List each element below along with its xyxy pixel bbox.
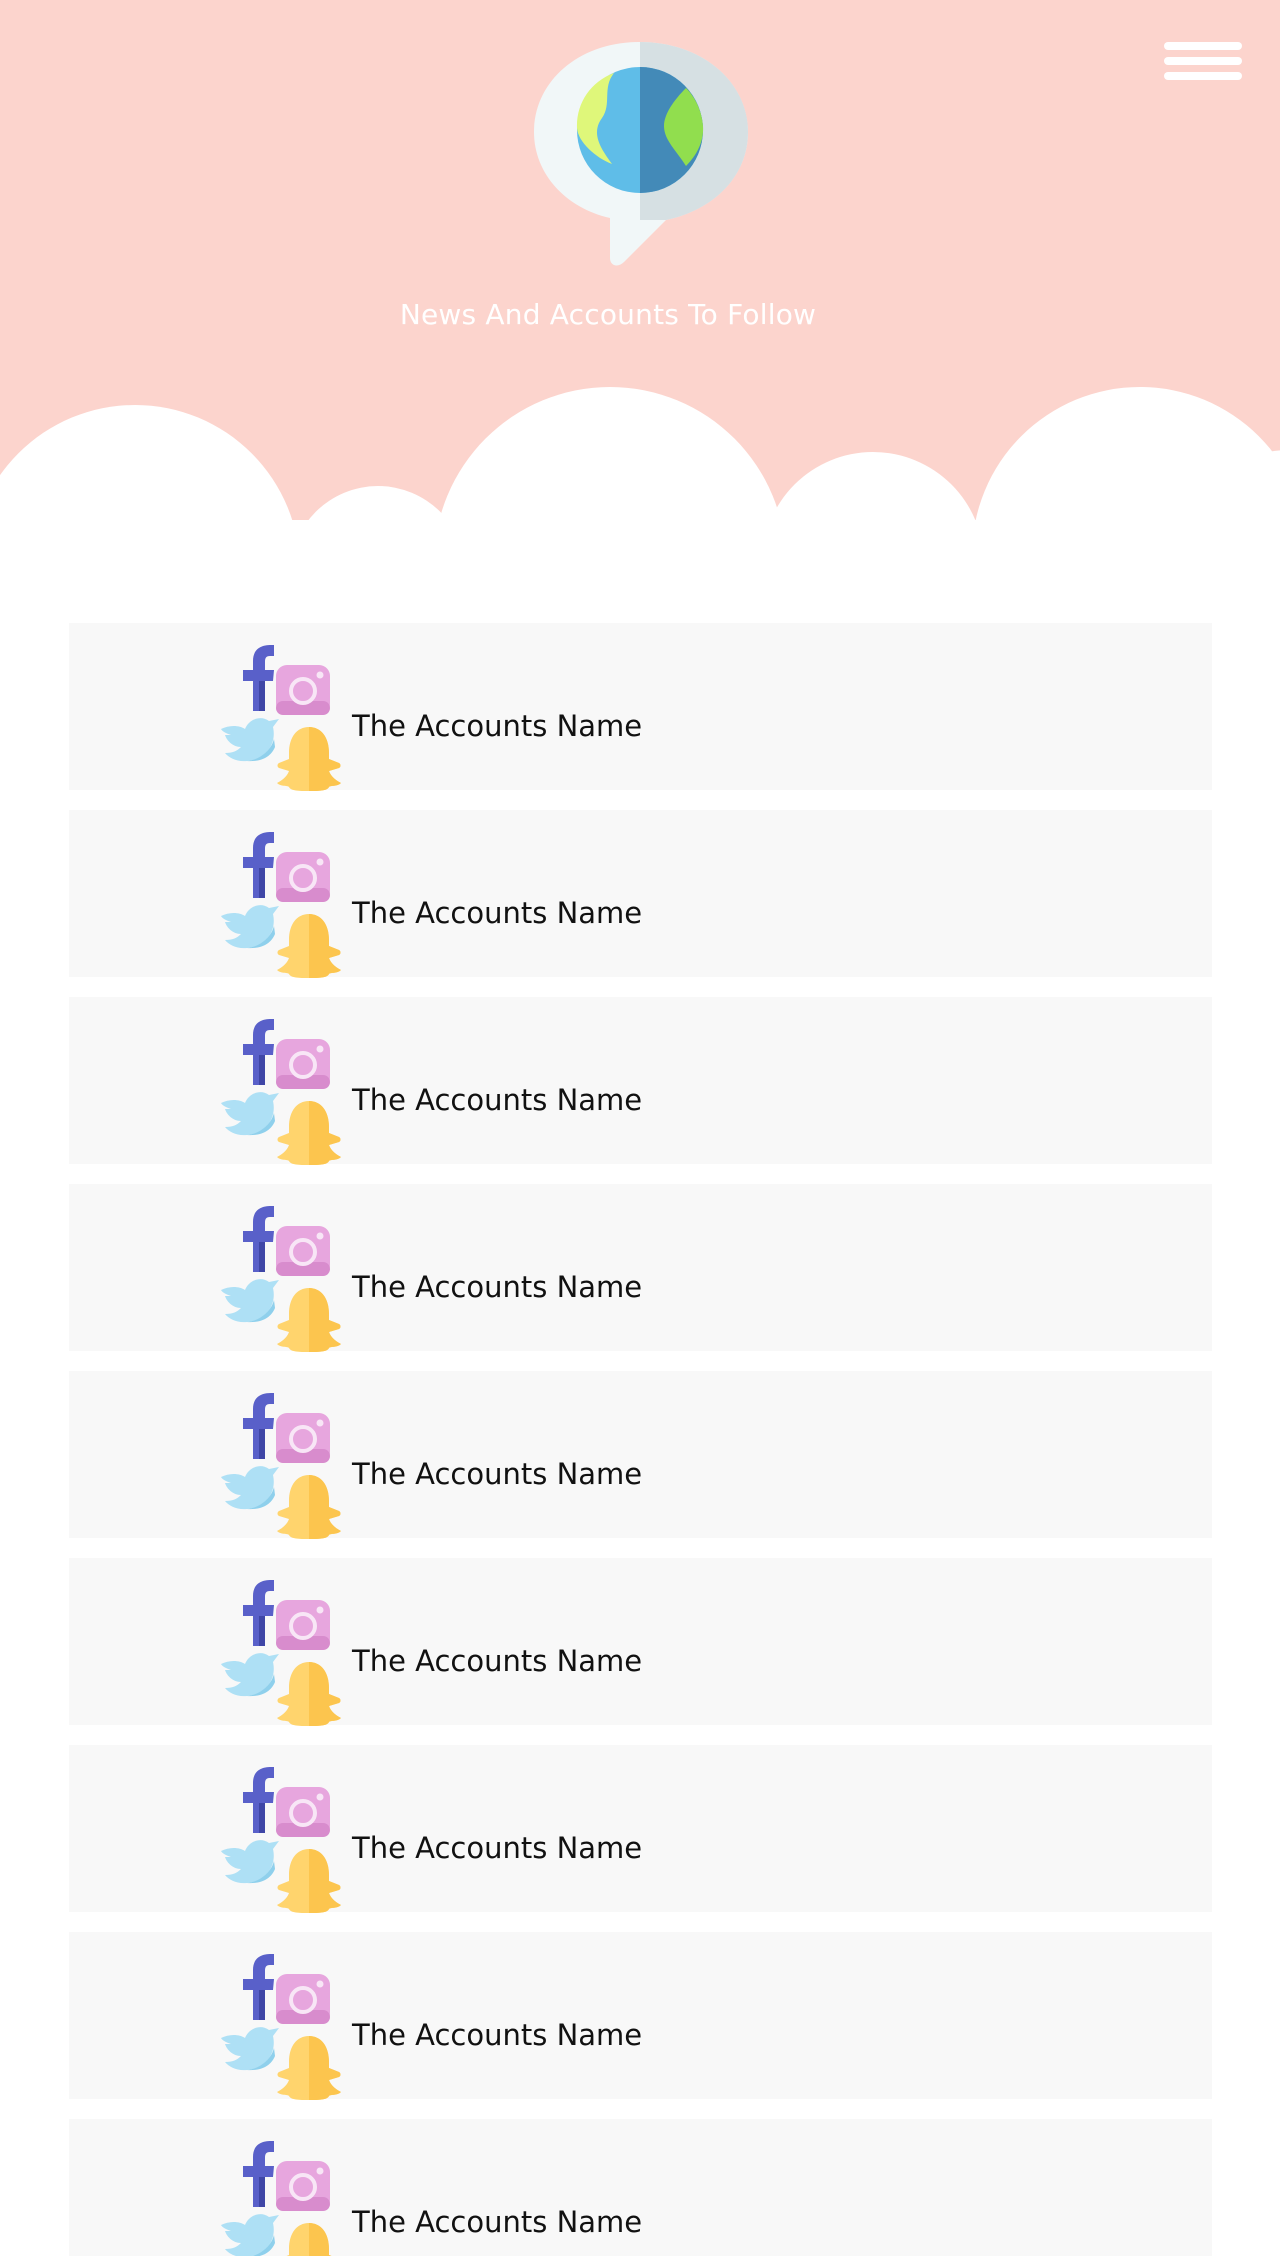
instagram-icon: [276, 1787, 330, 1837]
account-card[interactable]: The Accounts Name: [69, 997, 1212, 1165]
facebook-icon: [243, 1954, 274, 2020]
instagram-icon: [276, 852, 330, 902]
facebook-icon: [243, 1580, 274, 1646]
menu-bar-top: [1164, 42, 1242, 50]
account-card[interactable]: The Accounts Name: [69, 1184, 1212, 1352]
twitter-icon: [221, 718, 279, 762]
instagram-icon: [276, 1226, 330, 1276]
instagram-icon: [276, 1974, 330, 2024]
account-card[interactable]: The Accounts Name: [69, 2119, 1212, 2256]
social-icons-cluster: [221, 1393, 341, 1539]
twitter-icon: [221, 1092, 279, 1136]
twitter-icon: [221, 1466, 279, 1510]
social-icons-cluster: [221, 1767, 341, 1913]
snapchat-icon: [277, 2036, 341, 2100]
instagram-icon: [276, 665, 330, 715]
account-name: The Accounts Name: [352, 1831, 643, 1865]
menu-bar-bottom: [1164, 72, 1242, 80]
account-card[interactable]: The Accounts Name: [69, 1558, 1212, 1726]
facebook-icon: [243, 2141, 274, 2207]
account-name: The Accounts Name: [352, 2018, 643, 2052]
account-name: The Accounts Name: [352, 896, 643, 930]
account-name: The Accounts Name: [352, 1083, 643, 1117]
instagram-icon: [276, 1600, 330, 1650]
social-icons-cluster: [221, 1019, 341, 1165]
social-icons-cluster: [221, 2141, 332, 2256]
instagram-icon: [276, 2161, 330, 2211]
twitter-icon: [221, 1653, 279, 1697]
snapchat-icon: [277, 1101, 341, 1165]
snapchat-icon: [277, 1475, 341, 1539]
account-card[interactable]: The Accounts Name: [69, 1745, 1212, 1913]
twitter-icon: [221, 2027, 279, 2071]
snapchat-icon: [277, 1849, 341, 1913]
accounts-list: The Accounts Name The Accounts Name The …: [69, 623, 1212, 2256]
twitter-icon: [221, 905, 279, 949]
hamburger-menu-icon[interactable]: [1164, 38, 1244, 92]
social-icons-cluster: [221, 645, 341, 791]
social-icons-cluster: [221, 1580, 341, 1726]
facebook-icon: [243, 1019, 274, 1085]
header: News And Accounts To Follow: [0, 0, 1280, 560]
account-name: The Accounts Name: [352, 709, 643, 743]
social-icons-cluster: [221, 832, 341, 978]
account-card[interactable]: The Accounts Name: [69, 1371, 1212, 1539]
account-card[interactable]: The Accounts Name: [69, 810, 1212, 978]
snapchat-icon: [286, 2223, 332, 2256]
social-icons-cluster: [221, 1954, 341, 2100]
twitter-icon: [221, 1840, 279, 1884]
page: News And Accounts To Follow The Accounts…: [0, 0, 1280, 2256]
twitter-icon: [221, 1279, 279, 1323]
snapchat-icon: [277, 1288, 341, 1352]
globe-chat-bubble-icon: [534, 42, 748, 266]
account-name: The Accounts Name: [352, 1457, 643, 1491]
instagram-icon: [276, 1413, 330, 1463]
account-name: The Accounts Name: [352, 1644, 643, 1678]
social-icons-cluster: [221, 1206, 341, 1352]
instagram-icon: [276, 1039, 330, 1089]
account-name: The Accounts Name: [352, 1270, 643, 1304]
account-card[interactable]: The Accounts Name: [69, 623, 1212, 791]
snapchat-icon: [277, 914, 341, 978]
facebook-icon: [243, 1393, 274, 1459]
account-card[interactable]: The Accounts Name: [69, 1932, 1212, 2100]
twitter-icon: [221, 2214, 279, 2256]
snapchat-icon: [277, 727, 341, 791]
facebook-icon: [243, 645, 274, 711]
account-name: The Accounts Name: [352, 2205, 643, 2239]
snapchat-icon: [277, 1662, 341, 1726]
facebook-icon: [243, 1767, 274, 1833]
facebook-icon: [243, 1206, 274, 1272]
menu-bar-middle: [1164, 57, 1242, 65]
page-title: News And Accounts To Follow: [399, 298, 817, 331]
facebook-icon: [243, 832, 274, 898]
